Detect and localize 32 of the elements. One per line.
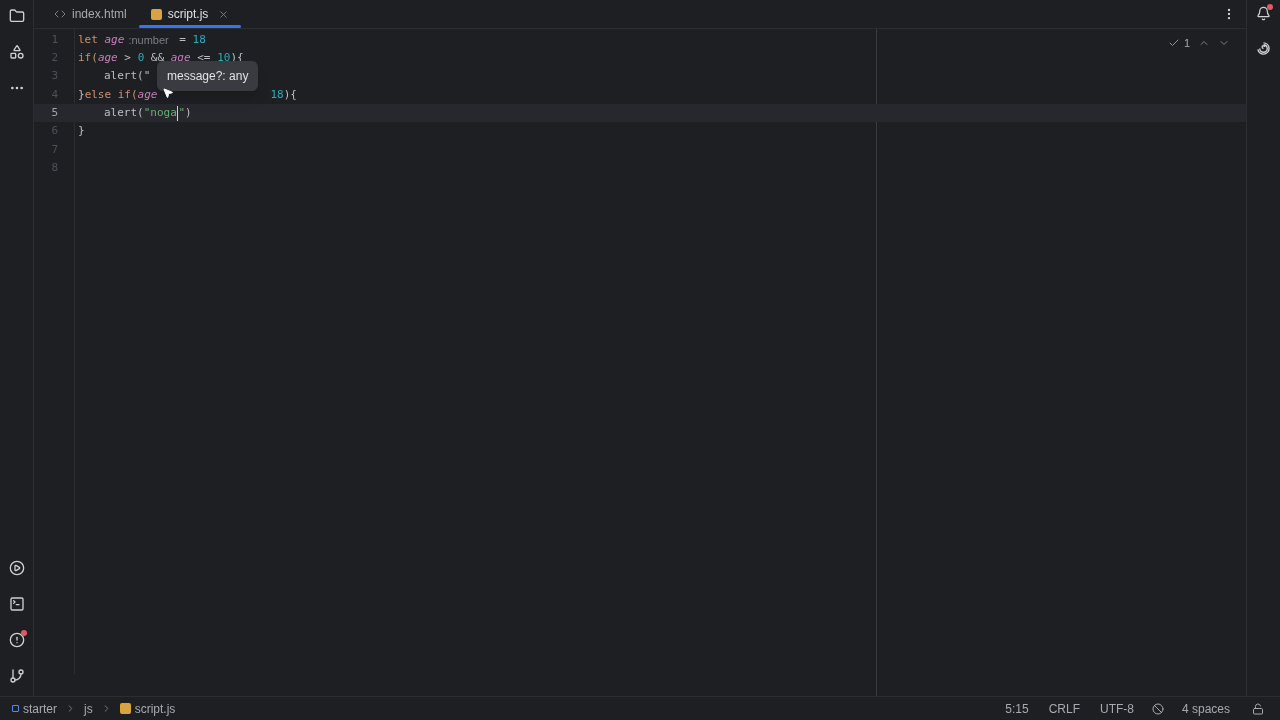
inspection-count[interactable]: 1 <box>1183 35 1190 52</box>
status-item[interactable]: UTF-8 <box>1093 699 1140 718</box>
status-item[interactable]: CRLF <box>1042 699 1086 718</box>
code-token: > <box>123 50 132 67</box>
status-item[interactable]: 4 spaces <box>1175 699 1236 718</box>
code-token: } <box>78 86 85 103</box>
type-hint: :number <box>127 32 170 48</box>
editor-tab[interactable]: script.js <box>138 0 242 28</box>
code-token: age <box>104 31 125 48</box>
code-token: 18 <box>270 86 284 103</box>
code-token: let <box>78 31 99 48</box>
parameter-tooltip: message?: any <box>157 60 259 91</box>
code-token: if( <box>78 50 98 67</box>
code-token: age <box>137 86 158 103</box>
editor-tab[interactable]: index.html <box>42 0 139 28</box>
breadcrumb[interactable]: starter <box>12 699 57 718</box>
code-token: alert(" <box>104 68 151 85</box>
code-token: age <box>97 50 118 67</box>
code-token: 0 <box>137 50 145 67</box>
code-token: alert( <box>104 105 144 122</box>
line-number: 5 <box>50 105 58 122</box>
code-token: "noga <box>143 105 177 122</box>
code-token: 18 <box>192 31 206 48</box>
code-token: ){ <box>283 86 297 103</box>
breadcrumb[interactable]: js <box>84 699 93 718</box>
code-token: ) <box>185 105 192 122</box>
breadcrumb[interactable]: script.js <box>119 699 176 718</box>
code-token: " <box>178 105 185 122</box>
code-token: } <box>78 123 85 140</box>
status-item[interactable]: 5:15 <box>999 699 1035 718</box>
code-token: else if( <box>84 86 138 103</box>
code-token: = <box>178 31 187 48</box>
